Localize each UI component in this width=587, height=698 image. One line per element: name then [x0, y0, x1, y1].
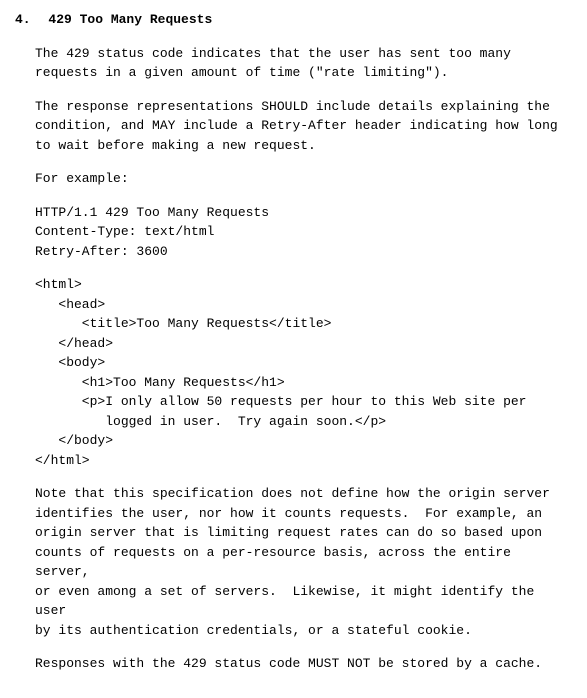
section-content: The 429 status code indicates that the u… — [35, 44, 572, 674]
paragraph-intro: The 429 status code indicates that the u… — [35, 44, 572, 83]
section-title: 429 Too Many Requests — [48, 12, 212, 27]
paragraph-cache: Responses with the 429 status code MUST … — [35, 654, 572, 674]
paragraph-example-label: For example: — [35, 169, 572, 189]
paragraph-should: The response representations SHOULD incl… — [35, 97, 572, 156]
code-http-headers: HTTP/1.1 429 Too Many Requests Content-T… — [35, 203, 572, 262]
section-header: 4. 429 Too Many Requests — [15, 10, 572, 30]
paragraph-note: Note that this specification does not de… — [35, 484, 572, 640]
section-number: 4. — [15, 10, 31, 30]
code-html-body: <html> <head> <title>Too Many Requests</… — [35, 275, 572, 470]
